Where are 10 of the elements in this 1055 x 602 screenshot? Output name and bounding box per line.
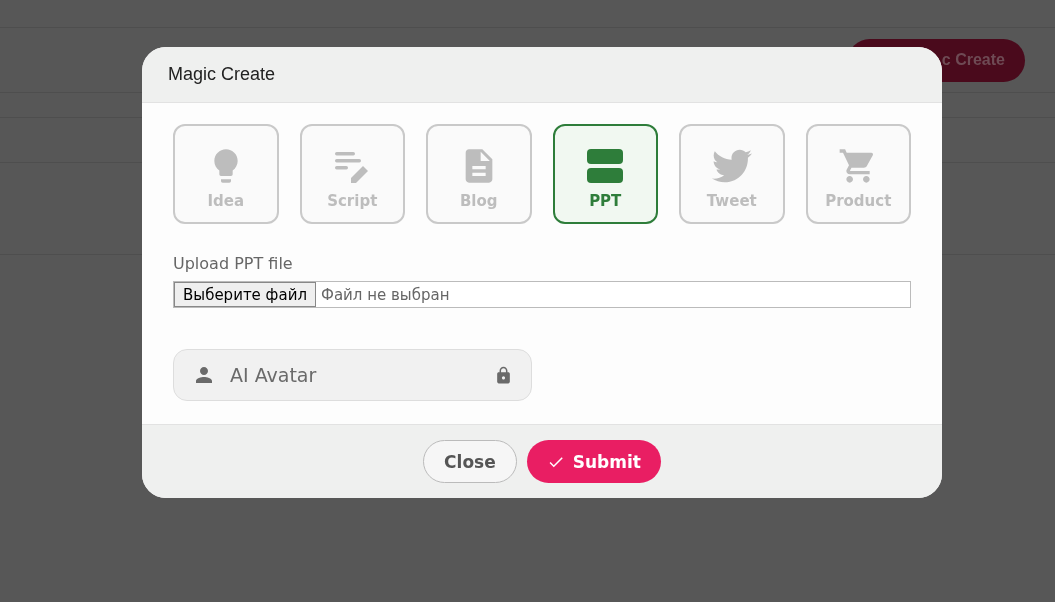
close-button[interactable]: Close <box>423 440 517 483</box>
upload-label: Upload PPT file <box>173 254 294 273</box>
file-status-text: Файл не выбран <box>321 285 450 304</box>
stacked-bars-icon <box>585 146 626 186</box>
file-input-field[interactable]: Выберите файл Файл не выбран <box>173 281 911 308</box>
submit-button[interactable]: Submit <box>526 440 661 483</box>
choose-file-button[interactable]: Выберите файл <box>174 282 316 307</box>
ai-avatar-button[interactable]: AI Avatar <box>173 349 532 401</box>
mode-tab[interactable]: PPT <box>552 124 658 224</box>
dialog-title: Magic Create <box>168 64 276 85</box>
